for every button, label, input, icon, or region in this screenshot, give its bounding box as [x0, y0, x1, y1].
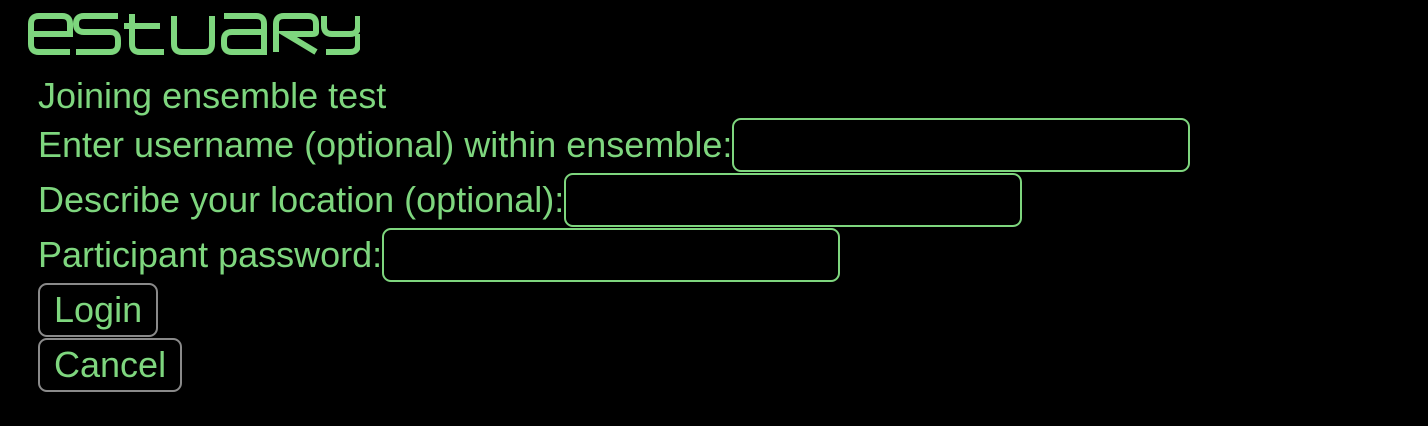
username-input[interactable] — [732, 118, 1191, 172]
location-label: Describe your location (optional): — [38, 179, 565, 220]
password-label: Participant password: — [38, 234, 383, 275]
estuary-logo — [28, 10, 361, 63]
login-button[interactable]: Login — [38, 283, 159, 337]
cancel-button[interactable]: Cancel — [38, 338, 183, 392]
location-input[interactable] — [564, 173, 1023, 227]
username-label: Enter username (optional) within ensembl… — [38, 124, 733, 165]
username-row: Enter username (optional) within ensembl… — [38, 118, 1191, 172]
password-input[interactable] — [382, 228, 841, 282]
ensemble-heading: Joining ensemble test — [38, 75, 387, 116]
location-row: Describe your location (optional): — [38, 173, 1023, 227]
password-row: Participant password: — [38, 228, 841, 282]
